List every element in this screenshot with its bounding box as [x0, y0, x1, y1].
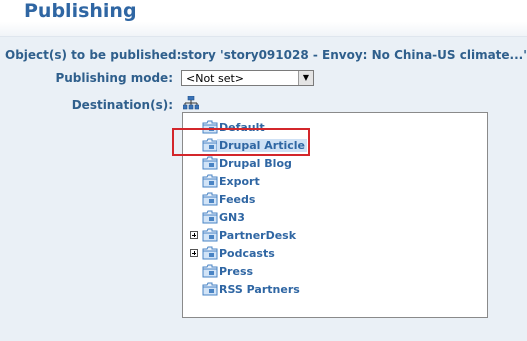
tree-item-gn3[interactable]: GN3 [183, 209, 483, 227]
tree-item-label[interactable]: Drupal Blog [219, 157, 292, 170]
publishing-mode-value: <Not set> [186, 72, 245, 85]
destinations-label: Destination(s): [71, 98, 173, 112]
tree-item-rss-partners[interactable]: RSS Partners [183, 281, 483, 299]
folder-icon [202, 246, 218, 260]
plus-expander-icon[interactable] [190, 231, 198, 239]
selection-highlight-box [172, 128, 310, 156]
tree-item-feeds[interactable]: Feeds [183, 191, 483, 209]
chevron-down-icon[interactable]: ▼ [298, 71, 313, 85]
tree-item-drupal-blog[interactable]: Drupal Blog [183, 155, 483, 173]
tree-item-label[interactable]: Feeds [219, 193, 255, 206]
folder-icon [202, 156, 218, 170]
tree-item-podcasts[interactable]: Podcasts [183, 245, 483, 263]
folder-icon [202, 174, 218, 188]
folder-icon [202, 210, 218, 224]
objects-label: Object(s) to be published: [5, 48, 182, 62]
folder-icon [202, 282, 218, 296]
page-title: Publishing [24, 0, 137, 22]
page-header: Publishing [0, 0, 527, 37]
objects-value: story 'story091028 - Envoy: No China-US … [181, 48, 527, 62]
network-tree-icon[interactable] [183, 96, 199, 110]
tree-item-label[interactable]: Press [219, 265, 253, 278]
tree-item-label[interactable]: PartnerDesk [219, 229, 296, 242]
folder-icon [202, 192, 218, 206]
publishing-mode-label: Publishing mode: [55, 71, 173, 85]
folder-icon [202, 264, 218, 278]
tree-item-label[interactable]: Podcasts [219, 247, 275, 260]
tree-item-press[interactable]: Press [183, 263, 483, 281]
tree-item-partnerdesk[interactable]: PartnerDesk [183, 227, 483, 245]
tree-item-label[interactable]: Export [219, 175, 260, 188]
folder-icon [202, 228, 218, 242]
tree-item-label[interactable]: GN3 [219, 211, 245, 224]
tree-item-export[interactable]: Export [183, 173, 483, 191]
tree-item-label[interactable]: RSS Partners [219, 283, 300, 296]
publishing-mode-select[interactable]: <Not set> ▼ [181, 70, 314, 86]
plus-expander-icon[interactable] [190, 249, 198, 257]
